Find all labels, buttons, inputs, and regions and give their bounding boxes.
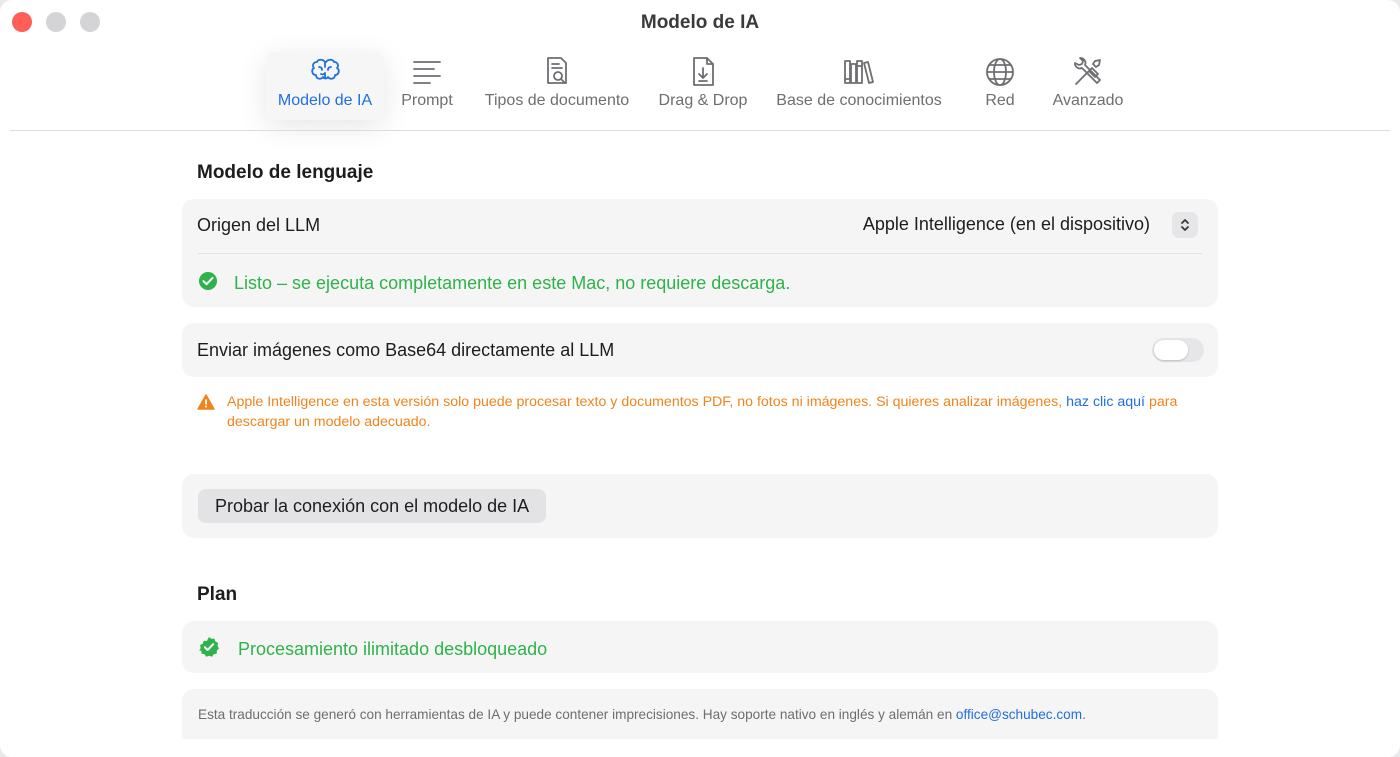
tab-label: Base de conocimientos xyxy=(776,92,942,109)
document-search-icon xyxy=(474,54,640,90)
translation-note: Esta traducción se generó con herramient… xyxy=(198,705,1198,724)
tab-label: Modelo de IA xyxy=(277,92,373,109)
download-model-link[interactable]: haz clic aquí xyxy=(1066,394,1145,410)
send-images-card: Enviar imágenes como Base64 directamente… xyxy=(182,323,1218,377)
plan-status-text: Procesamiento ilimitado desbloqueado xyxy=(238,639,548,659)
tab-label: Tipos de documento xyxy=(484,92,630,109)
llm-source-label: Origen del LLM xyxy=(197,215,321,235)
llm-source-card: Origen del LLM Apple Intelligence (en el… xyxy=(182,199,1218,307)
send-images-toggle[interactable] xyxy=(1152,338,1204,362)
preferences-toolbar: Modelo de IA Prompt Tipos de documento D… xyxy=(0,52,1400,122)
test-connection-button[interactable]: Probar la conexión con el modelo de IA xyxy=(198,489,547,523)
plan-status: Procesamiento ilimitado desbloqueado xyxy=(198,636,547,663)
verified-badge-icon xyxy=(198,636,220,663)
tab-label: Drag & Drop xyxy=(658,92,748,109)
tab-avanzado[interactable]: Avanzado xyxy=(1046,52,1130,120)
warning-message: Apple Intelligence en esta versión solo … xyxy=(227,394,1067,410)
tab-prompt[interactable]: Prompt xyxy=(392,52,462,120)
brain-icon xyxy=(266,54,384,90)
support-email-link[interactable]: office@schubec.com xyxy=(956,707,1082,722)
toolbar-divider xyxy=(10,130,1390,131)
llm-source-popup[interactable]: Apple Intelligence (en el dispositivo) xyxy=(863,214,1150,235)
plan-card: Procesamiento ilimitado desbloqueado xyxy=(182,621,1218,673)
tab-tipos-de-documento[interactable]: Tipos de documento xyxy=(474,52,640,120)
image-warning: Apple Intelligence en esta versión solo … xyxy=(197,392,1207,432)
tab-base-de-conocimientos[interactable]: Base de conocimientos xyxy=(766,52,952,120)
document-download-icon xyxy=(650,54,756,90)
window-bottom-edge xyxy=(0,739,1400,757)
warning-text: Apple Intelligence en esta versión solo … xyxy=(227,392,1207,432)
checkmark-circle-icon xyxy=(198,271,218,296)
ready-status: Listo – se ejecuta completamente en este… xyxy=(198,271,790,296)
text-lines-icon xyxy=(392,54,462,90)
toggle-knob xyxy=(1154,340,1188,360)
settings-window: Modelo de IA Modelo de IA Prompt Tipos d… xyxy=(0,0,1400,757)
globe-icon xyxy=(980,54,1020,90)
tab-label: Red xyxy=(985,92,1015,109)
tab-modelo-de-ia[interactable]: Modelo de IA xyxy=(266,52,384,120)
ready-text: Listo – se ejecuta completamente en este… xyxy=(234,273,791,293)
translation-note-suffix: . xyxy=(1082,707,1086,722)
books-icon xyxy=(766,54,952,90)
warning-triangle-icon xyxy=(197,394,215,416)
tab-label: Avanzado xyxy=(1052,92,1124,109)
translation-note-text: Esta traducción se generó con herramient… xyxy=(198,707,956,722)
tab-red[interactable]: Red xyxy=(980,52,1020,120)
row-divider xyxy=(198,253,1202,254)
chevron-up-down-icon[interactable] xyxy=(1172,212,1198,238)
section-title-plan: Plan xyxy=(197,584,238,605)
tab-label: Prompt xyxy=(401,92,453,109)
send-images-label: Enviar imágenes como Base64 directamente… xyxy=(197,340,615,360)
tools-icon xyxy=(1046,54,1130,90)
tab-drag-and-drop[interactable]: Drag & Drop xyxy=(650,52,756,120)
test-connection-card: Probar la conexión con el modelo de IA xyxy=(182,474,1218,538)
section-title-language-model: Modelo de lenguaje xyxy=(197,162,374,183)
window-title: Modelo de IA xyxy=(640,12,760,33)
